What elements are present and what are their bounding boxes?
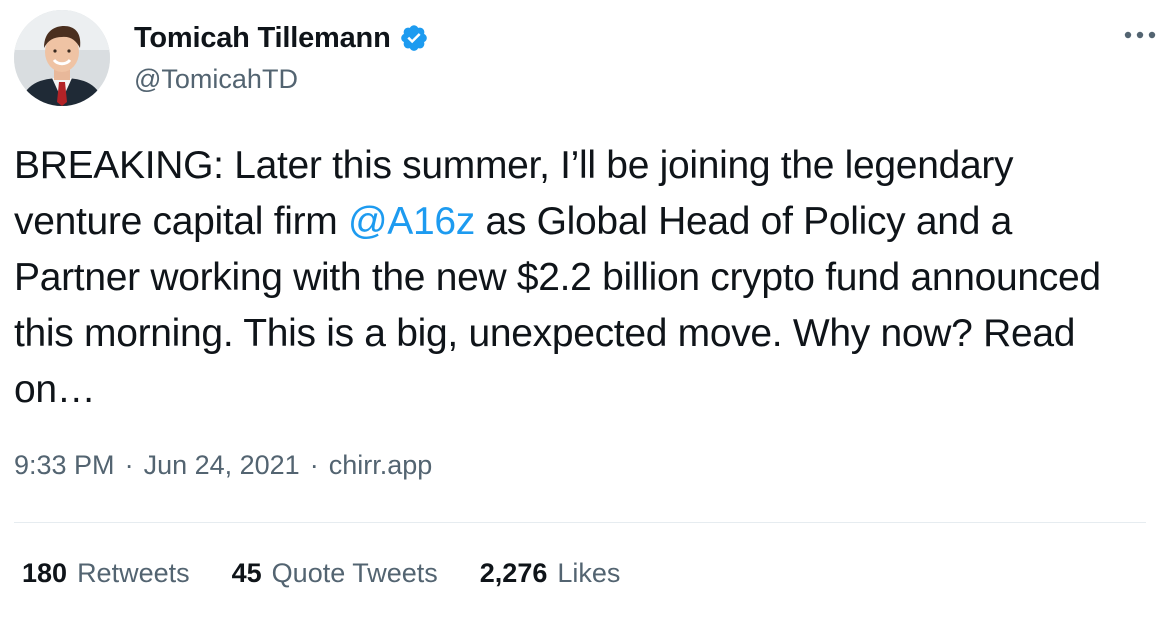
display-name[interactable]: Tomicah Tillemann [134, 22, 391, 55]
retweets-count: 180 [22, 558, 68, 588]
user-handle[interactable]: @TomicahTD [134, 64, 429, 95]
avatar[interactable] [14, 10, 110, 106]
author-info: Tomicah Tillemann @TomicahTD [134, 18, 429, 95]
divider [14, 522, 1146, 523]
mention-link[interactable]: @A16z [348, 200, 475, 243]
tweet-time[interactable]: 9:33 PM [14, 450, 115, 481]
quote-tweets-stat[interactable]: 45 Quote Tweets [232, 558, 438, 589]
retweets-stat[interactable]: 180 Retweets [22, 558, 190, 589]
likes-stat[interactable]: 2,276 Likes [480, 558, 621, 589]
tweet-card: Tomicah Tillemann @TomicahTD BREAKING: L… [0, 0, 1172, 624]
tweet-date[interactable]: Jun 24, 2021 [144, 450, 300, 481]
meta-separator: · [124, 450, 134, 480]
engagement-stats: 180 Retweets 45 Quote Tweets 2,276 Likes [22, 558, 662, 589]
verified-badge-icon [399, 23, 429, 53]
meta-separator: · [309, 450, 319, 480]
quote-tweets-count: 45 [231, 558, 262, 588]
more-options-button[interactable] [1120, 20, 1160, 50]
display-name-row: Tomicah Tillemann [134, 18, 429, 58]
tweet-meta: 9:33 PM · Jun 24, 2021 · chirr.app [14, 450, 432, 481]
more-options-icon [1124, 31, 1156, 39]
quote-tweets-label: Quote Tweets [271, 558, 438, 588]
likes-label: Likes [557, 558, 621, 588]
tweet-text: BREAKING: Later this summer, I’ll be joi… [14, 138, 1144, 418]
tweet-source[interactable]: chirr.app [329, 450, 433, 481]
likes-count: 2,276 [479, 558, 548, 588]
avatar-photo [14, 10, 110, 106]
retweets-label: Retweets [77, 558, 190, 588]
